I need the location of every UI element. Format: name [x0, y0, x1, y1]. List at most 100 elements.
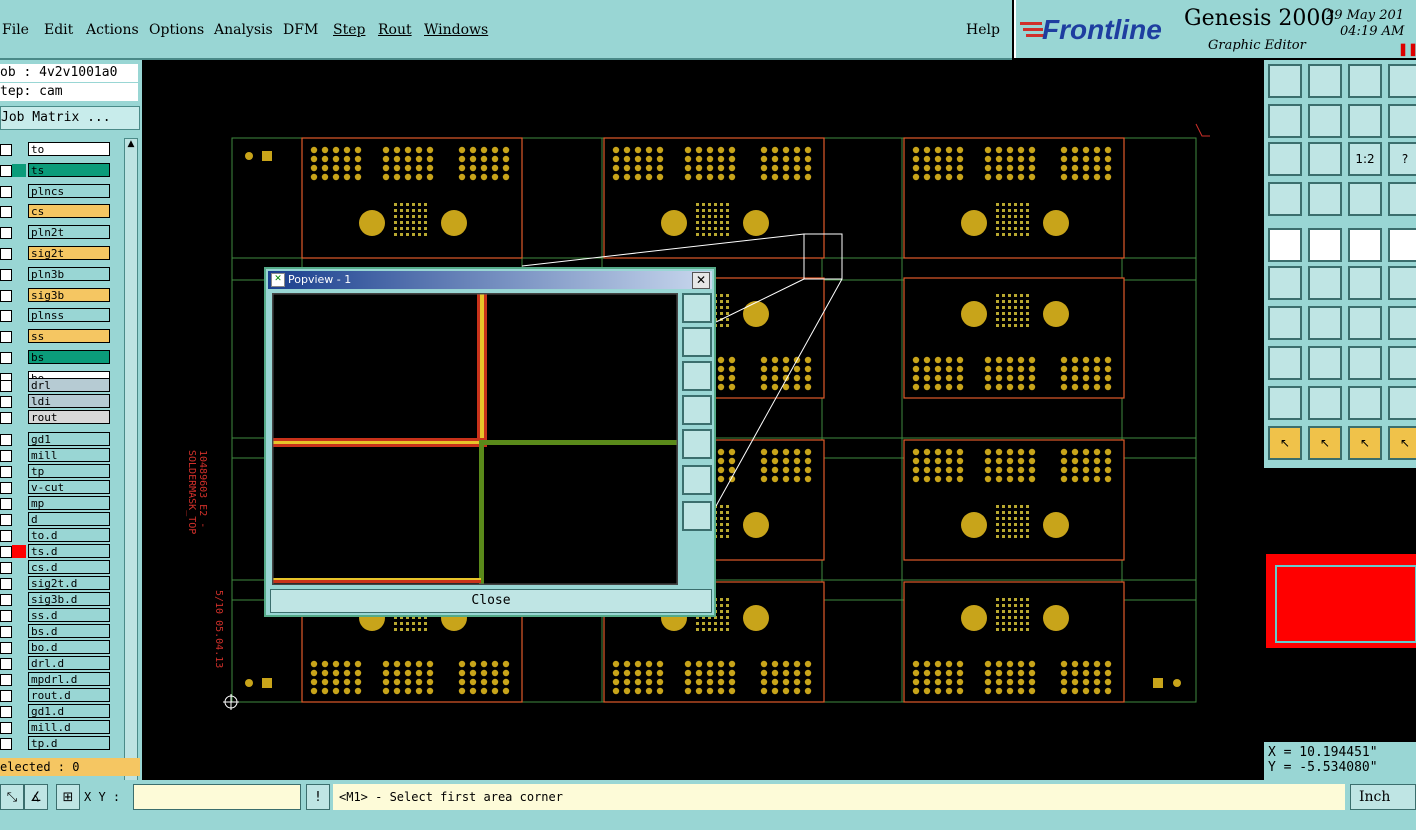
popview-canvas[interactable] [272, 293, 678, 585]
layer-checkbox[interactable] [0, 738, 12, 750]
layer-row-pln2t[interactable]: pln2t [0, 225, 124, 240]
menu-actions[interactable]: Actions [86, 22, 139, 38]
pan-right-icon[interactable] [1308, 104, 1342, 138]
grid-toggle-icon[interactable] [1308, 182, 1342, 216]
layer-row-ts-d[interactable]: ts.d [0, 544, 124, 559]
layer-name[interactable]: gd1 [28, 432, 110, 446]
menu-windows[interactable]: Windows [424, 22, 488, 38]
layer-name[interactable]: sig3b.d [28, 592, 110, 606]
delete-icon[interactable] [1308, 266, 1342, 300]
layer-checkbox[interactable] [0, 248, 12, 260]
menu-file[interactable]: File [2, 22, 29, 38]
layer-name[interactable]: plnss [28, 308, 110, 322]
popview-pan-down-icon[interactable] [682, 361, 712, 391]
layer-checkbox[interactable] [0, 206, 12, 218]
layer-name[interactable]: gd1.d [28, 704, 110, 718]
layer-row-sig2t-d[interactable]: sig2t.d [0, 576, 124, 591]
triangle-icon[interactable] [1268, 386, 1302, 420]
layer-name[interactable]: drl [28, 378, 110, 392]
arc-icon[interactable] [1308, 386, 1342, 420]
layer-row-sig3b[interactable]: sig3b [0, 288, 124, 303]
layer-row-cs-d[interactable]: cs.d [0, 560, 124, 575]
scroll-up-icon[interactable]: ▲ [125, 139, 137, 151]
layer-checkbox[interactable] [0, 546, 12, 558]
polygon-alt-icon[interactable] [1388, 386, 1416, 420]
popview-pan-right-icon[interactable] [682, 429, 712, 459]
layer-row-sig2t[interactable]: sig2t [0, 246, 124, 261]
pointer-icon[interactable]: ↖ [1268, 426, 1302, 460]
rotate-icon[interactable] [1348, 306, 1382, 340]
layer-name[interactable]: mpdrl.d [28, 672, 110, 686]
layer-name[interactable]: ts.d [28, 544, 110, 558]
home-icon[interactable] [1348, 64, 1382, 98]
layer-checkbox[interactable] [0, 594, 12, 606]
snap-config-icon[interactable] [1268, 182, 1302, 216]
connect-icon[interactable] [1268, 266, 1302, 300]
xy-input[interactable] [133, 784, 301, 810]
layer-row-pln3b[interactable]: pln3b [0, 267, 124, 282]
layer-row-bo-d[interactable]: bo.d [0, 640, 124, 655]
layer-row-sig3b-d[interactable]: sig3b.d [0, 592, 124, 607]
layer-row-plnss[interactable]: plnss [0, 308, 124, 323]
measure-ruler-icon[interactable] [1348, 228, 1382, 262]
layer-name[interactable]: tp [28, 464, 110, 478]
layer-name[interactable]: bs [28, 350, 110, 364]
popview-zoom-in-icon[interactable] [682, 501, 712, 531]
popview-close-button[interactable]: Close [270, 589, 712, 613]
zoom-fit-icon[interactable] [1308, 142, 1342, 176]
layer-row-v-cut[interactable]: v-cut [0, 480, 124, 495]
layer-name[interactable]: rout.d [28, 688, 110, 702]
popview-pan-left-icon[interactable] [682, 395, 712, 425]
layer-checkbox[interactable] [0, 530, 12, 542]
layer-checkbox[interactable] [0, 482, 12, 494]
layer-name[interactable]: mp [28, 496, 110, 510]
pointer-box-icon[interactable]: ↖ [1308, 426, 1342, 460]
layer-name[interactable]: cs.d [28, 560, 110, 574]
layer-name[interactable]: drl.d [28, 656, 110, 670]
menu-rout[interactable]: Rout [378, 22, 412, 38]
menu-options[interactable]: Options [149, 22, 204, 38]
layer-name[interactable]: cs [28, 204, 110, 218]
layer-row-bs-d[interactable]: bs.d [0, 624, 124, 639]
pan-left-icon[interactable] [1268, 104, 1302, 138]
pointer-circle-icon[interactable]: ↖ [1348, 426, 1382, 460]
polygon-icon[interactable] [1348, 386, 1382, 420]
layer-scrollbar[interactable]: ▲ ▼ [124, 138, 138, 812]
layer-checkbox[interactable] [0, 186, 12, 198]
layer-row-ts[interactable]: ts [0, 163, 124, 178]
layer-name[interactable]: bo.d [28, 640, 110, 654]
layer-row-to-d[interactable]: to.d [0, 528, 124, 543]
layer-name[interactable]: mill [28, 448, 110, 462]
layer-row-plncs[interactable]: plncs [0, 184, 124, 199]
copy-icon[interactable] [1388, 266, 1416, 300]
zoom-ratio-icon[interactable]: 1:2 [1348, 142, 1382, 176]
layer-checkbox[interactable] [0, 434, 12, 446]
pause-icon[interactable]: ❚❚ [1398, 42, 1416, 56]
layer-row-mill-d[interactable]: mill.d [0, 720, 124, 735]
layer-checkbox[interactable] [0, 690, 12, 702]
layer-row-gd1-d[interactable]: gd1.d [0, 704, 124, 719]
layer-row-rout[interactable]: rout [0, 410, 124, 425]
dot-icon[interactable] [1388, 228, 1416, 262]
popview-zoom-out-icon[interactable] [682, 465, 712, 495]
layer-checkbox[interactable] [0, 706, 12, 718]
layer-checkbox[interactable] [0, 352, 12, 364]
layer-row-ss-d[interactable]: ss.d [0, 608, 124, 623]
layer-name[interactable]: d [28, 512, 110, 526]
layer-name[interactable]: sig2t.d [28, 576, 110, 590]
layer-name[interactable]: ldi [28, 394, 110, 408]
add-pad-icon[interactable] [1268, 228, 1302, 262]
popview-fit-button[interactable] [682, 293, 712, 323]
layer-name[interactable]: mill.d [28, 720, 110, 734]
layer-name[interactable]: bs.d [28, 624, 110, 638]
layer-checkbox[interactable] [0, 626, 12, 638]
layer-name[interactable]: plncs [28, 184, 110, 198]
layer-name[interactable]: ss [28, 329, 110, 343]
layer-checkbox[interactable] [0, 674, 12, 686]
close-icon[interactable]: ✕ [692, 272, 710, 289]
layer-checkbox[interactable] [0, 331, 12, 343]
menu-step[interactable]: Step [333, 22, 365, 38]
layer-name[interactable]: ss.d [28, 608, 110, 622]
layer-checkbox[interactable] [0, 562, 12, 574]
resize-icon[interactable] [1388, 346, 1416, 380]
